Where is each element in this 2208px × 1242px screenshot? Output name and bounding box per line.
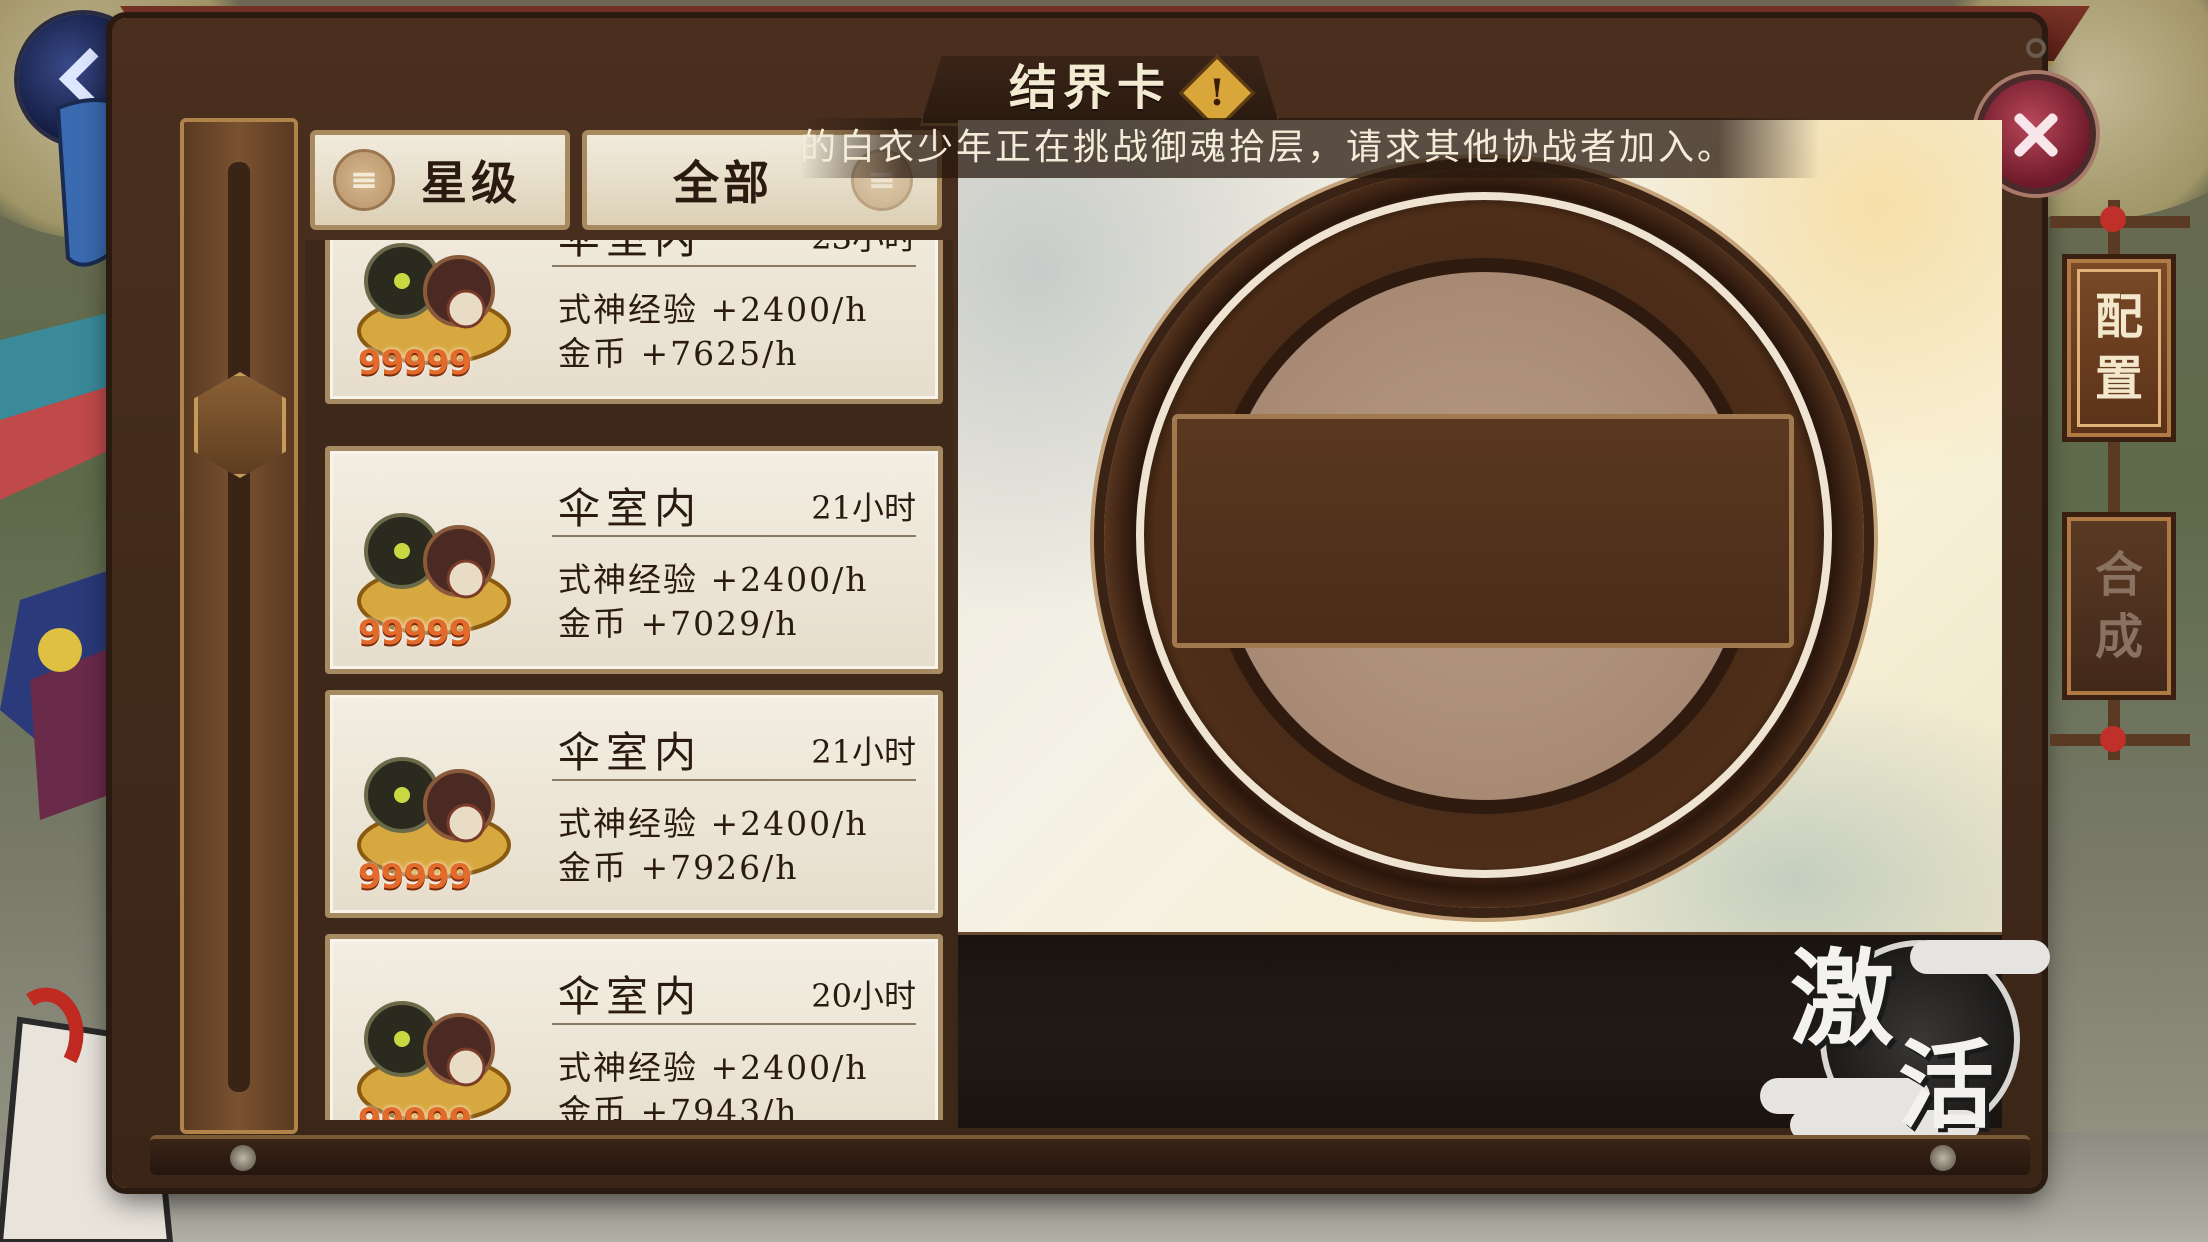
config-button[interactable]: 配 置 (2062, 254, 2176, 442)
list-scroll-rail[interactable] (180, 118, 298, 1134)
card-time: 23小时 (811, 240, 916, 259)
combine-label-1: 合 (2094, 547, 2143, 603)
activate-label-char1: 激 (1790, 937, 1895, 1060)
card-count: 99999 (358, 1101, 472, 1120)
broadcast-marquee: 的白衣少年正在挑战御魂拾层，请求其他协战者加入。 (800, 118, 1820, 178)
scroll-knob[interactable] (194, 372, 286, 478)
list-item[interactable]: 99999 伞室内 21小时 式神经验 +2400/h 金币 +7029/h (325, 446, 943, 674)
card-time: 21小时 (811, 733, 916, 771)
activate-button[interactable]: 激 活 (1760, 910, 2060, 1142)
card-count: 99999 (358, 343, 472, 383)
combine-button[interactable]: 合 成 (2062, 512, 2176, 700)
sort-star-tab[interactable]: ≡ 星级 (310, 130, 570, 230)
card-time: 20小时 (811, 977, 916, 1015)
sort-icon: ≡ (333, 149, 395, 211)
card-name: 伞室内 (558, 484, 703, 533)
sort-star-label: 星级 (421, 156, 521, 210)
card-divider (552, 1023, 916, 1025)
card-exp: 式神经验 +2400/h (558, 560, 869, 599)
activate-label-char2: 活 (1898, 1029, 1994, 1142)
scroll-groove (228, 162, 250, 1092)
card-divider (552, 265, 916, 267)
card-name: 伞室内 (558, 240, 702, 266)
card-count: 99999 (358, 613, 472, 653)
knot-icon (2100, 726, 2126, 752)
card-name: 伞室内 (558, 972, 703, 1021)
config-label-2: 置 (2094, 351, 2143, 407)
card-gold: 金币 +7926/h (558, 848, 799, 887)
card-exp: 式神经验 +2400/h (558, 1048, 869, 1087)
card-gold: 金币 +7029/h (558, 604, 799, 643)
cloud-icon (1910, 940, 2050, 974)
umbrella-art-icon (357, 1001, 511, 1120)
card-divider (552, 779, 916, 781)
card-gold: 金币 +7943/h (558, 1092, 799, 1120)
card-list[interactable]: 99999 伞室内 23小时 式神经验 +2400/h 金币 +7625/h 9… (305, 240, 953, 1120)
list-item[interactable]: 99999 伞室内 21小时 式神经验 +2400/h 金币 +7926/h (325, 690, 943, 918)
card-gold: 金币 +7625/h (558, 334, 799, 373)
config-label-1: 配 (2094, 289, 2143, 345)
card-name: 伞室内 (558, 728, 703, 777)
knot-icon (2100, 206, 2126, 232)
list-item[interactable]: 99999 伞室内 20小时 式神经验 +2400/h 金币 +7943/h (325, 934, 943, 1120)
close-hook (2026, 38, 2046, 58)
page-title: 结界卡 (1008, 60, 1171, 116)
frame-bottom-bar (150, 1135, 2030, 1175)
card-exp: 式神经验 +2400/h (558, 290, 869, 329)
filter-all-label: 全部 (673, 156, 773, 210)
card-divider (552, 535, 916, 537)
card-time: 21小时 (811, 489, 916, 527)
list-item[interactable]: 99999 伞室内 23小时 式神经验 +2400/h 金币 +7625/h (325, 240, 943, 404)
card-count: 99999 (358, 857, 472, 897)
card-slot[interactable] (1172, 414, 1794, 648)
combine-label-2: 成 (2094, 609, 2143, 665)
card-exp: 式神经验 +2400/h (558, 804, 869, 843)
